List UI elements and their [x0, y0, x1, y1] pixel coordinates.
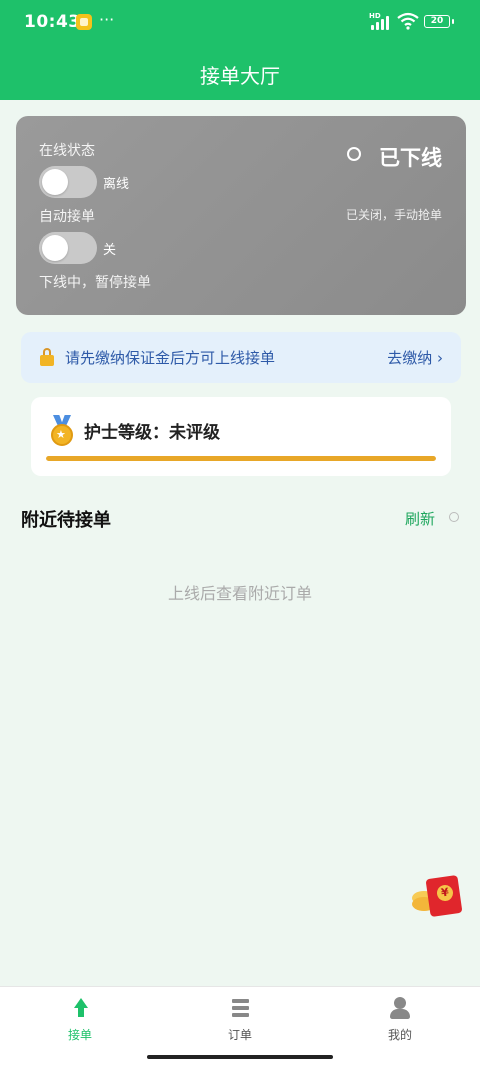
auto-accept-note: 已关闭，手动抢单 [345, 208, 442, 222]
battery-icon: 20 [424, 15, 454, 28]
empty-state-text: 上线后查看附近订单 [167, 584, 312, 603]
lock-icon [40, 348, 54, 366]
clock: 10:43 [24, 12, 81, 32]
tab-label: 订单 [227, 1028, 252, 1042]
deposit-banner[interactable]: 请先缴纳保证金后方可上线接单 去缴纳 › [21, 332, 461, 383]
tab-label: 接单 [67, 1028, 92, 1042]
tab-mine[interactable]: 我的 [360, 997, 440, 1043]
list-icon [228, 997, 252, 1021]
wifi-icon [397, 12, 419, 30]
auto-toggle-text: 关 [103, 243, 117, 258]
status-bar: 10:43 ··· HD 20 [0, 0, 480, 44]
pay-deposit-link[interactable]: 去缴纳 › [387, 347, 443, 368]
tab-accept-orders[interactable]: 接单 [40, 997, 120, 1043]
work-status-card: 在线状态 离线 自动接单 关 下线中，暂停接单 已下线 已关闭，手动抢单 [16, 116, 466, 315]
online-status-toggle[interactable] [39, 166, 97, 198]
online-state-text: 已下线 [379, 146, 442, 170]
red-packet-icon[interactable]: ¥ [410, 874, 465, 918]
app-header: 10:43 ··· HD 20 接单大厅 [0, 0, 480, 100]
arrow-up-icon [68, 997, 92, 1021]
nurse-level-card: ★ 护士等级：未评级 [31, 397, 451, 476]
toggle-knob [42, 235, 68, 261]
person-icon [388, 997, 412, 1021]
refresh-button[interactable]: 刷新 [405, 508, 435, 529]
medal-icon: ★ [49, 415, 75, 446]
toggle-knob [42, 169, 68, 195]
auto-accept-label: 自动接单 [39, 209, 95, 225]
refresh-icon[interactable] [449, 512, 459, 522]
tab-label: 我的 [387, 1028, 412, 1042]
online-toggle-text: 离线 [103, 177, 130, 192]
more-notifications-icon: ··· [99, 10, 115, 29]
auto-accept-toggle[interactable] [39, 232, 97, 264]
deposit-message: 请先缴纳保证金后方可上线接单 [65, 349, 276, 367]
status-note: 下线中，暂停接单 [39, 275, 151, 291]
online-status-label: 在线状态 [39, 143, 95, 159]
tab-orders[interactable]: 订单 [200, 997, 280, 1043]
offline-circle-icon [347, 147, 361, 161]
nurse-level-text: 护士等级：未评级 [84, 423, 220, 443]
home-indicator [147, 1055, 333, 1059]
nearby-orders-title: 附近待接单 [21, 510, 111, 531]
level-progress-fill [46, 456, 436, 461]
level-progress-bar [46, 456, 436, 461]
page-title: 接单大厅 [200, 64, 280, 88]
notification-icon [76, 14, 92, 30]
signal-icon [369, 14, 391, 30]
